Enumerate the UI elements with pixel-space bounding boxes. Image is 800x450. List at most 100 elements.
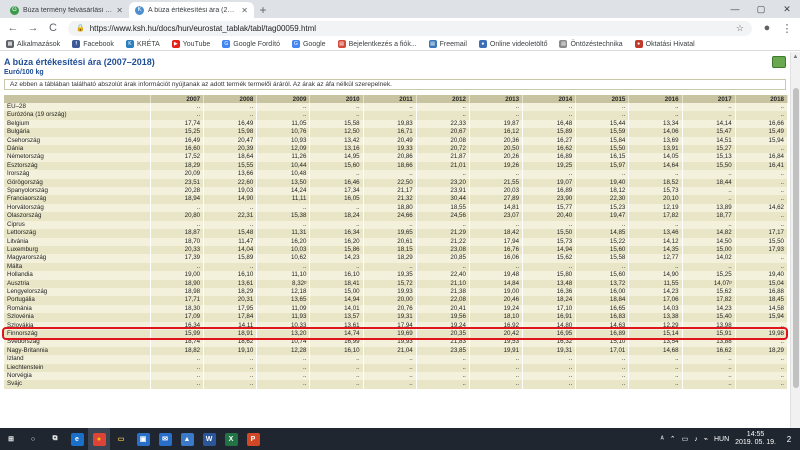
- close-window-icon[interactable]: ✕: [774, 0, 800, 18]
- windows-start-icon[interactable]: ⊞: [0, 428, 22, 450]
- price-cell: 20,76: [363, 304, 417, 314]
- tab-buza-ertekesitesi-ara[interactable]: K A búza értékesítési ára (2007–2018) ✕: [129, 2, 254, 18]
- price-cell: 15,14: [628, 329, 683, 339]
- forward-arrow-icon[interactable]: →: [24, 19, 42, 37]
- photos-icon[interactable]: ▲: [176, 428, 198, 450]
- price-cell: 16,06: [469, 254, 524, 263]
- table-row: Hollandia 19,00 16,10 11,10 16,10 19,35 22,40 1…: [4, 271, 789, 280]
- mail-icon[interactable]: ✉: [154, 428, 176, 450]
- price-cell: ..: [416, 355, 470, 364]
- bookmark-item[interactable]: K KRÉTA: [125, 40, 160, 48]
- country-cell: Szlovákia: [4, 321, 151, 330]
- download-excel-icon[interactable]: [772, 56, 786, 68]
- price-cell: 15,50: [522, 229, 577, 238]
- price-cell: ..: [628, 380, 683, 389]
- close-icon[interactable]: ✕: [116, 6, 123, 15]
- price-cell: 18,41: [309, 279, 364, 288]
- price-cell: ..: [256, 380, 311, 389]
- price-cell: 15,89: [522, 128, 577, 137]
- bookmark-item[interactable]: ▦ Alkalmazások: [6, 40, 60, 48]
- chrome-icon[interactable]: ●: [88, 428, 110, 450]
- lock-icon: 🔒: [76, 25, 85, 32]
- powerpoint-icon[interactable]: P: [242, 428, 264, 450]
- store-icon[interactable]: ▣: [132, 428, 154, 450]
- column-header: 2017: [682, 95, 736, 103]
- country-cell: Lettország: [4, 229, 151, 238]
- price-cell: 10,03: [256, 245, 311, 255]
- table-row: Csehország 16,49 20,47 10,93 13,42 20,49 20,08…: [4, 136, 789, 146]
- excel-icon[interactable]: X: [220, 428, 242, 450]
- tray-item[interactable]: HUN: [714, 436, 729, 443]
- price-cell: ..: [682, 170, 736, 179]
- search-icon[interactable]: ○: [22, 428, 44, 450]
- scroll-thumb[interactable]: [793, 88, 799, 388]
- table-row: Németország 17,52 18,64 11,26 14,95 20,86 21,8…: [4, 153, 789, 162]
- table-row: Norvégia........................: [4, 372, 789, 381]
- tray-item[interactable]: ⌁: [704, 435, 708, 443]
- edge-icon[interactable]: e: [66, 428, 88, 450]
- tray-item[interactable]: ▭: [682, 435, 689, 443]
- maximize-icon[interactable]: ▢: [748, 0, 774, 18]
- price-cell: ..: [363, 372, 417, 381]
- price-cell: ..: [735, 321, 789, 330]
- price-cell: 15,73: [522, 237, 577, 246]
- bookmark-item[interactable]: ▤ Freemail: [428, 40, 467, 48]
- task-view-icon[interactable]: ⧉: [44, 428, 66, 450]
- price-cell: 18,77: [682, 212, 736, 221]
- page-unit: Euró/100 kg: [4, 69, 44, 76]
- bookmark-star-icon[interactable]: ☆: [736, 23, 744, 34]
- price-cell: 11,05: [256, 119, 311, 129]
- tab-buza-felvasarlasi-arak[interactable]: G Búza termény felvásárlási árak - C ✕: [4, 2, 129, 18]
- bookmark-item[interactable]: ● Oktatási Hivatal: [634, 40, 695, 48]
- address-bar[interactable]: 🔒 https://www.ksh.hu/docs/hun/eurostat_t…: [68, 20, 752, 36]
- new-tab-button[interactable]: +: [254, 2, 272, 18]
- notification-icon[interactable]: 2: [782, 432, 796, 446]
- price-cell: 14,90: [203, 195, 258, 204]
- tray-item[interactable]: ᴬ: [661, 436, 664, 443]
- menu-kebab-icon[interactable]: ⋮: [778, 19, 796, 37]
- price-cell: ..: [363, 111, 417, 120]
- price-cell: ..: [522, 103, 577, 112]
- price-cell: ..: [469, 170, 524, 179]
- price-cell: 15,91: [682, 329, 736, 339]
- price-cell: 14,80: [522, 321, 577, 330]
- file-explorer-icon[interactable]: ▭: [110, 428, 132, 450]
- price-cell: 16,49: [203, 119, 258, 129]
- tray-item[interactable]: ⌃: [670, 435, 676, 443]
- price-cell: 18,82: [150, 346, 205, 356]
- word-icon[interactable]: W: [198, 428, 220, 450]
- column-header: 2009: [256, 95, 311, 103]
- reload-icon[interactable]: C: [44, 19, 62, 37]
- bookmark-item[interactable]: ▤ Bejelentkezés a fiók...: [337, 40, 417, 48]
- tray-item[interactable]: ♪: [694, 436, 698, 443]
- price-cell: ..: [682, 355, 736, 364]
- price-cell: 15,25: [682, 271, 736, 280]
- price-cell: ..: [682, 103, 736, 112]
- page-scrollbar[interactable]: ▲: [790, 52, 800, 428]
- price-cell: 16,65: [575, 304, 630, 314]
- info-note: Az ebben a táblában található abszolút á…: [4, 79, 786, 90]
- price-cell: 15,23: [575, 203, 630, 213]
- taskbar-glyph: W: [202, 432, 216, 446]
- scroll-up-icon[interactable]: ▲: [791, 52, 800, 62]
- price-cell: ..: [416, 111, 470, 120]
- bookmark-item[interactable]: ▤ Öntözéstechnika: [559, 40, 623, 48]
- price-cell: 18,55: [416, 203, 470, 213]
- price-cell: 18,45: [735, 296, 789, 305]
- minimize-icon[interactable]: —: [722, 0, 748, 18]
- price-cell: ..: [735, 187, 789, 196]
- back-arrow-icon[interactable]: ←: [4, 19, 22, 37]
- bookmark-item[interactable]: ● Online videoletöltő: [478, 40, 547, 48]
- close-icon[interactable]: ✕: [241, 6, 248, 15]
- bookmark-item[interactable]: f Facebook: [72, 40, 114, 48]
- price-cell: 11,09: [256, 304, 311, 314]
- bookmark-item[interactable]: ▶ YouTube: [171, 40, 210, 48]
- profile-icon[interactable]: ●: [758, 19, 776, 37]
- bookmark-label: Alkalmazások: [17, 40, 61, 48]
- table-row: Nagy-Britannia 18,82 19,10 12,28 16,10 21,04 2…: [4, 346, 789, 356]
- price-cell: ..: [416, 380, 470, 389]
- price-cell: 20,85: [416, 254, 470, 263]
- bookmark-item[interactable]: G Google Fordító: [222, 40, 280, 48]
- clock[interactable]: 14:55 2019. 05. 19.: [735, 431, 776, 447]
- bookmark-item[interactable]: G Google: [291, 40, 326, 48]
